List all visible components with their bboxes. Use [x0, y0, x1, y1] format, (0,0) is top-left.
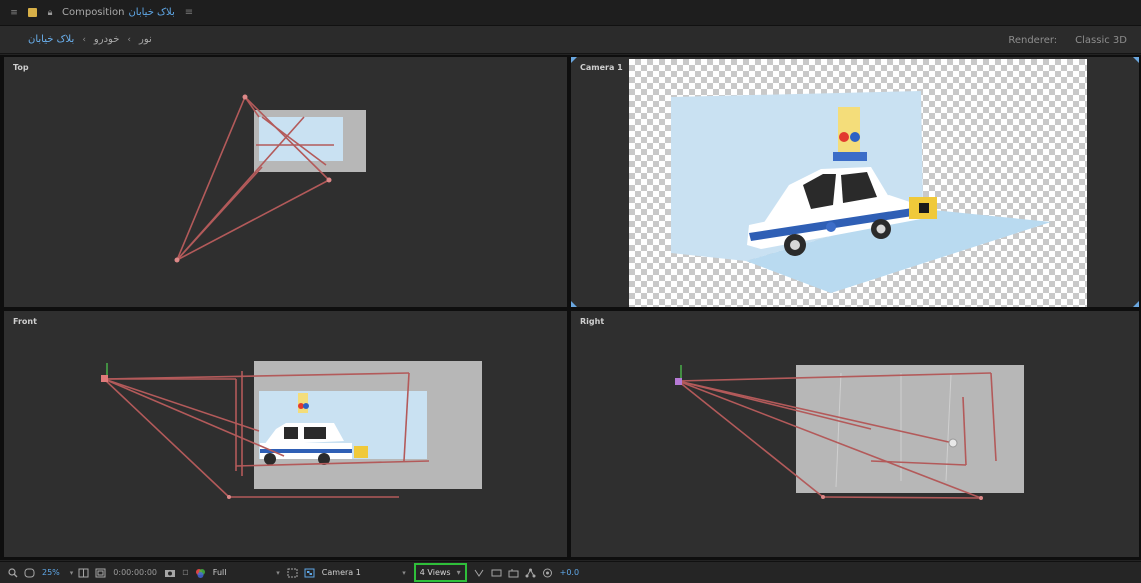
color-channel-icon[interactable]	[192, 565, 209, 581]
renderer-value[interactable]: Classic 3D	[1075, 35, 1127, 46]
camera-handle[interactable]	[242, 94, 248, 100]
fast-preview-icon[interactable]	[471, 565, 488, 581]
front-view-canvas	[101, 361, 482, 499]
camera-handle[interactable]	[227, 495, 231, 499]
zoom-dropdown[interactable]: ▾	[64, 565, 76, 580]
camera-handle[interactable]	[101, 375, 108, 382]
camera-view[interactable]: Camera 1	[571, 57, 1139, 307]
active-camera-dropdown[interactable]: Camera 1 ▾	[318, 565, 410, 580]
zoom-value[interactable]: 25%	[38, 568, 64, 577]
breadcrumb-separator: ‹	[82, 34, 86, 45]
breadcrumb-item[interactable]: خودرو	[94, 34, 119, 45]
composition-tab-name[interactable]: بلاک خیابان	[128, 7, 174, 18]
renderer-info: Renderer: Classic 3D	[1008, 26, 1127, 54]
view-label-right: Right	[580, 317, 605, 326]
camera-handle[interactable]	[979, 496, 983, 500]
composition-swatch-icon	[26, 7, 38, 19]
top-view[interactable]: Top	[4, 57, 567, 307]
viewer-toolbar: 25% ▾ 0:00:00:00 ▫ Full ▾ Camera 1 ▾ 4 Vie…	[0, 561, 1141, 583]
panel-label: Composition	[62, 7, 125, 18]
camera-handle[interactable]	[821, 495, 825, 499]
grid-icon[interactable]	[75, 565, 92, 581]
camera-handle[interactable]	[675, 378, 682, 385]
mask-icon[interactable]	[21, 565, 38, 581]
active-camera-value: Camera 1	[321, 568, 361, 577]
lock-icon[interactable]: 🔒︎	[44, 7, 56, 19]
point-of-interest[interactable]	[948, 438, 958, 448]
right-view-canvas	[675, 365, 1024, 500]
breadcrumb-item[interactable]: نور	[139, 34, 152, 45]
exposure-value[interactable]: +0.0	[556, 568, 583, 577]
camera-snapshot-icon[interactable]	[161, 565, 179, 581]
view-label-front: Front	[13, 317, 37, 326]
view-layout-dropdown[interactable]: 4 Views ▾	[413, 563, 467, 582]
panel-menu-icon[interactable]: ≡	[8, 7, 20, 19]
camera-render	[671, 91, 1051, 293]
view-label-top: Top	[13, 63, 29, 72]
renderer-label: Renderer:	[1008, 34, 1058, 46]
breadcrumb-item[interactable]: بلاک خیابان	[28, 34, 74, 45]
show-snapshot-icon[interactable]: ▫	[179, 565, 192, 581]
camera-handle[interactable]	[326, 177, 332, 183]
region-of-interest-icon[interactable]	[284, 565, 301, 581]
camera-handle[interactable]	[174, 257, 180, 263]
panel-options-icon[interactable]: ≡	[185, 7, 193, 18]
composition-breadcrumb: بلاک خیابان ‹ خودرو ‹ نور Renderer: Clas…	[0, 26, 1141, 54]
exposure-reset-icon[interactable]	[539, 565, 556, 581]
comp-flowchart-icon[interactable]	[522, 565, 539, 581]
front-view[interactable]: Front	[4, 311, 567, 557]
timeline-icon[interactable]	[505, 565, 522, 581]
comp-bounds	[796, 365, 1024, 493]
view-layout-value: 4 Views	[419, 568, 451, 577]
magnify-icon[interactable]	[5, 565, 21, 581]
transparency-grid-icon[interactable]	[301, 565, 318, 581]
breadcrumb-separator: ‹	[127, 34, 131, 45]
composition-panel: ≡ 🔒︎ Composition بلاک خیابان ≡ بلاک خیاب…	[0, 0, 1141, 583]
draft-3d-icon[interactable]	[488, 565, 505, 581]
panel-title-bar: ≡ 🔒︎ Composition بلاک خیابان ≡	[0, 0, 1141, 26]
resolution-dropdown[interactable]: Full ▾	[209, 565, 284, 580]
right-view[interactable]: Right	[571, 311, 1139, 557]
viewer-area: Top Camera 1 Front Right	[0, 55, 1141, 560]
safe-zones-icon[interactable]	[92, 565, 109, 581]
top-view-canvas	[174, 94, 366, 263]
timecode[interactable]: 0:00:00:00	[109, 568, 161, 577]
resolution-value: Full	[212, 568, 227, 577]
